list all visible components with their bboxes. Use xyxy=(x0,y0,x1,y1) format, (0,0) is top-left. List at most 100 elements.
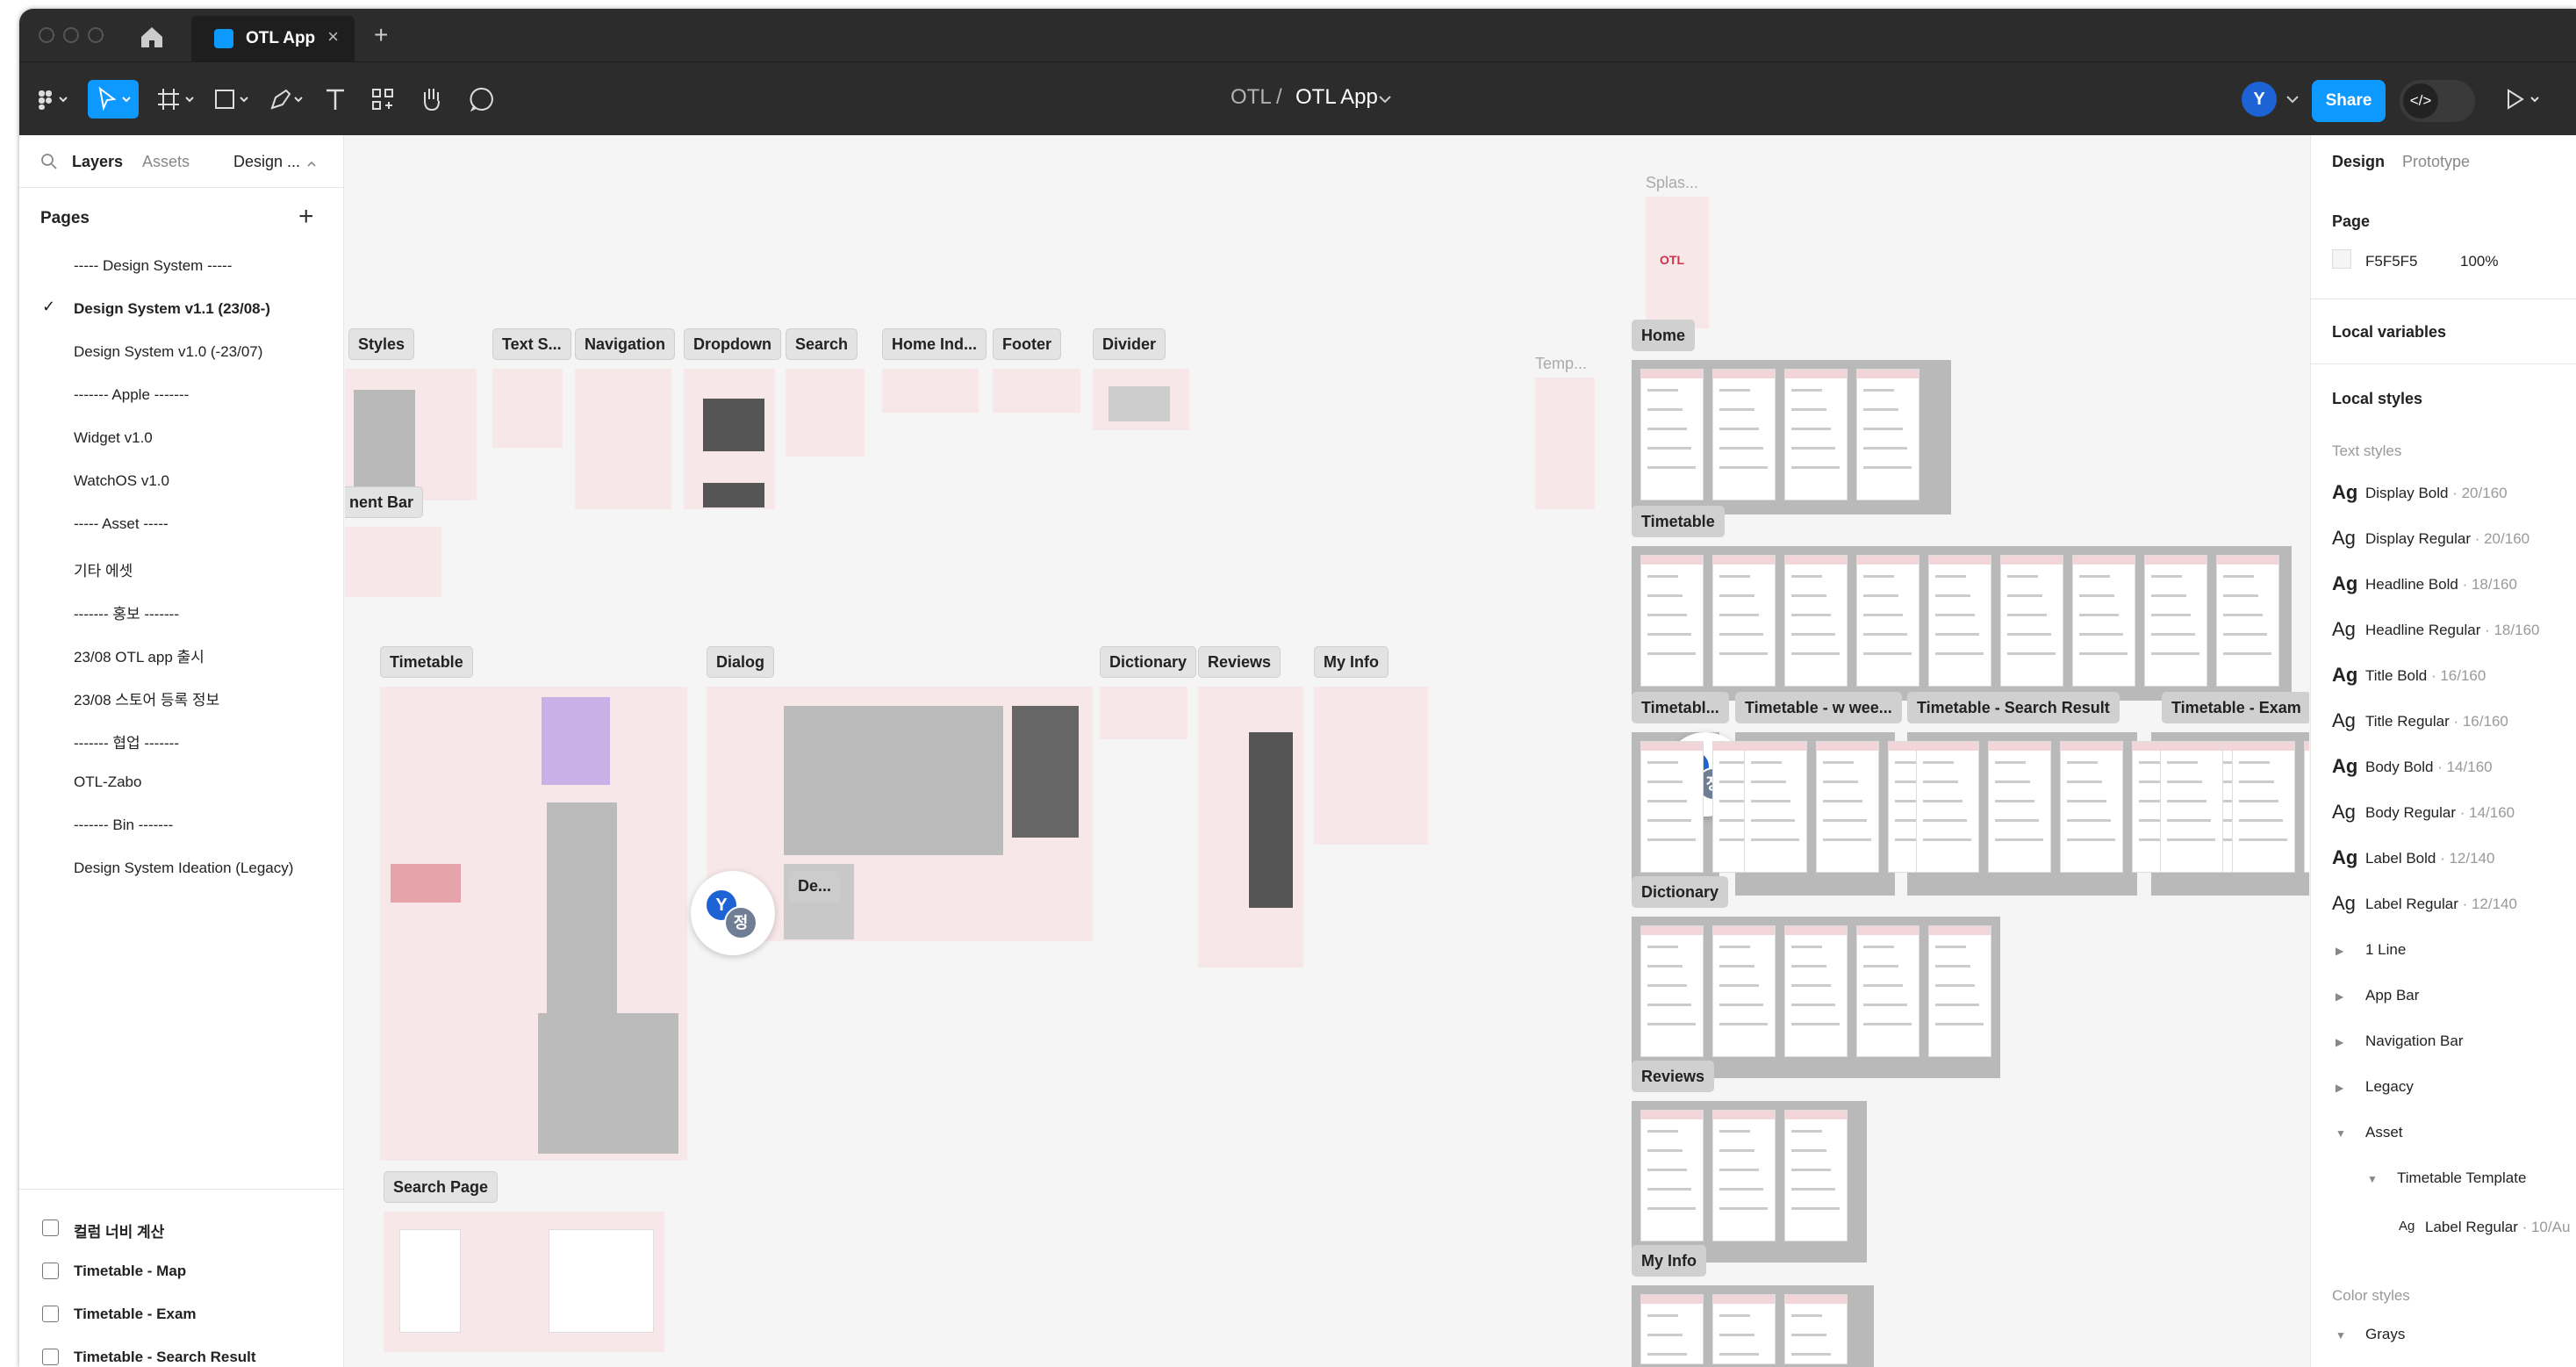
frame-navigation[interactable] xyxy=(575,369,671,509)
app-screen-mock[interactable] xyxy=(1712,1110,1776,1241)
home-icon[interactable] xyxy=(139,25,165,49)
text-style-item[interactable]: Ag Body Regular · 14/160 xyxy=(2332,801,2576,836)
text-tool-icon[interactable] xyxy=(316,80,355,119)
move-tool-button[interactable] xyxy=(88,80,139,119)
frame-label-home[interactable]: Home xyxy=(1632,320,1696,351)
app-screen-mock[interactable] xyxy=(1928,925,1991,1057)
page-item[interactable]: Design System Ideation (Legacy) xyxy=(19,846,344,889)
frame-segment-bar[interactable] xyxy=(345,527,441,597)
app-screen-mock[interactable] xyxy=(1784,555,1848,687)
frame-label-navigation[interactable]: Navigation xyxy=(575,328,676,360)
present-button[interactable] xyxy=(2498,80,2551,119)
tab-otl-app[interactable]: OTL App × xyxy=(191,16,355,61)
chevron-down-icon[interactable] xyxy=(1376,90,1394,108)
frame-label-template[interactable]: Temp... xyxy=(1535,355,1587,373)
frame-label-text-s[interactable]: Text S... xyxy=(492,328,571,360)
frame-label-splash[interactable]: Splas... xyxy=(1646,174,1698,192)
frame-label-timetable-search-result[interactable]: Timetable - Search Result xyxy=(1907,692,2120,723)
page-color-swatch[interactable] xyxy=(2332,249,2351,269)
text-style-item[interactable]: Ag Display Regular · 20/160 xyxy=(2332,527,2576,562)
frame-label-segment-bar[interactable]: nent Bar xyxy=(345,486,424,518)
tab-prototype[interactable]: Prototype xyxy=(2402,153,2470,171)
app-screen-mock[interactable] xyxy=(1640,741,1704,873)
layer-item[interactable]: Timetable - Exam xyxy=(19,1292,344,1335)
app-screen-mock[interactable] xyxy=(2060,741,2123,873)
layer-item[interactable]: Timetable - Search Result xyxy=(19,1335,344,1367)
app-screen-mock[interactable] xyxy=(1856,925,1919,1057)
app-screen-mock[interactable] xyxy=(1640,1294,1704,1364)
chevron-down-icon[interactable]: ▼ xyxy=(2336,1329,2346,1342)
page-item[interactable]: ----- Asset ----- xyxy=(19,502,344,545)
frame-my-info[interactable] xyxy=(1314,687,1428,845)
text-style-item[interactable]: Ag Display Bold · 20/160 xyxy=(2332,481,2576,516)
frame-label-timetable-week[interactable]: Timetable - w wee... xyxy=(1735,692,1902,723)
page-item[interactable]: Design System v1.0 (-23/07) xyxy=(19,330,344,373)
resources-tool-icon[interactable] xyxy=(363,80,402,119)
text-style-item[interactable]: Ag Label Bold · 12/140 xyxy=(2332,846,2576,881)
frame-label-home-indicator[interactable]: Home Ind... xyxy=(882,328,987,360)
frame-label-styles[interactable]: Styles xyxy=(348,328,415,360)
frame-template[interactable] xyxy=(1535,378,1595,509)
frame-footer[interactable] xyxy=(993,369,1080,413)
chevron-down-icon[interactable]: ▼ xyxy=(2367,1173,2378,1185)
frame-label-footer[interactable]: Footer xyxy=(993,328,1061,360)
text-style-item[interactable]: Ag Title Bold · 16/160 xyxy=(2332,664,2576,699)
app-screen-mock[interactable] xyxy=(1712,555,1776,687)
local-variables-button[interactable]: Local variables xyxy=(2332,323,2446,342)
text-style-item[interactable]: Ag Title Regular · 16/160 xyxy=(2332,709,2576,745)
tab-assets[interactable]: Assets xyxy=(142,153,190,171)
chevron-down-icon[interactable]: ▼ xyxy=(2336,1127,2346,1140)
app-screen-mock[interactable] xyxy=(1640,369,1704,500)
tab-design[interactable]: Design xyxy=(2332,153,2385,171)
page-item[interactable]: ------- 협업 ------- xyxy=(19,717,344,760)
page-item[interactable]: ✓ Design System v1.1 (23/08-) xyxy=(19,287,344,330)
frame-search[interactable] xyxy=(786,369,865,457)
page-item[interactable]: 23/08 OTL app 출시 xyxy=(19,631,344,674)
app-screen-mock[interactable] xyxy=(1916,741,1979,873)
page-item[interactable]: ----- Design System ----- xyxy=(19,244,344,287)
app-screen-mock[interactable] xyxy=(1744,741,1807,873)
frame-text-s[interactable] xyxy=(492,369,563,448)
page-item[interactable]: ------- Bin ------- xyxy=(19,803,344,846)
style-group-item[interactable]: Asset xyxy=(2365,1124,2403,1141)
app-screen-mock[interactable] xyxy=(2216,555,2279,687)
app-screen-mock[interactable] xyxy=(2160,741,2223,873)
frame-label-search[interactable]: Search xyxy=(786,328,858,360)
frame-label-reviews-screens[interactable]: Reviews xyxy=(1632,1061,1715,1092)
breadcrumb-file-name[interactable]: OTL App xyxy=(1295,85,1378,110)
frame-tool-icon[interactable] xyxy=(151,80,200,119)
text-style-item[interactable]: Ag Body Bold · 14/160 xyxy=(2332,755,2576,790)
pen-tool-icon[interactable] xyxy=(262,80,311,119)
app-screen-mock[interactable] xyxy=(1640,555,1704,687)
app-screen-mock[interactable] xyxy=(1784,925,1848,1057)
search-icon[interactable] xyxy=(40,153,58,170)
page-color-value[interactable]: F5F5F5 xyxy=(2365,253,2418,270)
text-style-item[interactable]: Ag Headline Regular · 18/160 xyxy=(2332,618,2576,653)
style-group-item[interactable]: App Bar xyxy=(2365,987,2419,1004)
frame-dictionary[interactable] xyxy=(1100,687,1188,739)
tab-layers[interactable]: Layers xyxy=(72,153,123,171)
frame-label-search-page[interactable]: Search Page xyxy=(384,1171,499,1203)
minimize-window-button[interactable] xyxy=(63,27,79,43)
app-screen-mock[interactable] xyxy=(1928,555,1991,687)
frame-label-de[interactable]: De... xyxy=(789,871,841,903)
frame-label-divider[interactable]: Divider xyxy=(1093,328,1166,360)
app-screen-mock[interactable] xyxy=(1816,741,1879,873)
layer-item[interactable]: Timetable - Map xyxy=(19,1249,344,1292)
canvas[interactable]: Styles nent Bar Text S... Navigation Dro… xyxy=(345,135,2309,1367)
app-screen-mock[interactable] xyxy=(2072,555,2135,687)
style-group-item[interactable]: 1 Line xyxy=(2365,941,2406,959)
frame-home-indicator[interactable] xyxy=(882,369,979,413)
chevron-right-icon[interactable]: ▶ xyxy=(2336,1036,2343,1048)
app-screen-mock[interactable] xyxy=(1640,925,1704,1057)
app-screen-mock[interactable] xyxy=(1784,1294,1848,1364)
share-button[interactable]: Share xyxy=(2312,80,2386,122)
frame-label-my-info[interactable]: My Info xyxy=(1314,646,1388,678)
main-menu-button[interactable] xyxy=(32,80,75,119)
text-style-item[interactable]: Ag Headline Bold · 18/160 xyxy=(2332,572,2576,608)
frame-label-dropdown[interactable]: Dropdown xyxy=(684,328,781,360)
frame-label-timetable-exam[interactable]: Timetable - Exam xyxy=(2162,692,2309,723)
page-item[interactable]: OTL-Zabo xyxy=(19,760,344,803)
app-screen-mock[interactable] xyxy=(2232,741,2295,873)
color-group-grays[interactable]: Grays xyxy=(2365,1326,2405,1343)
